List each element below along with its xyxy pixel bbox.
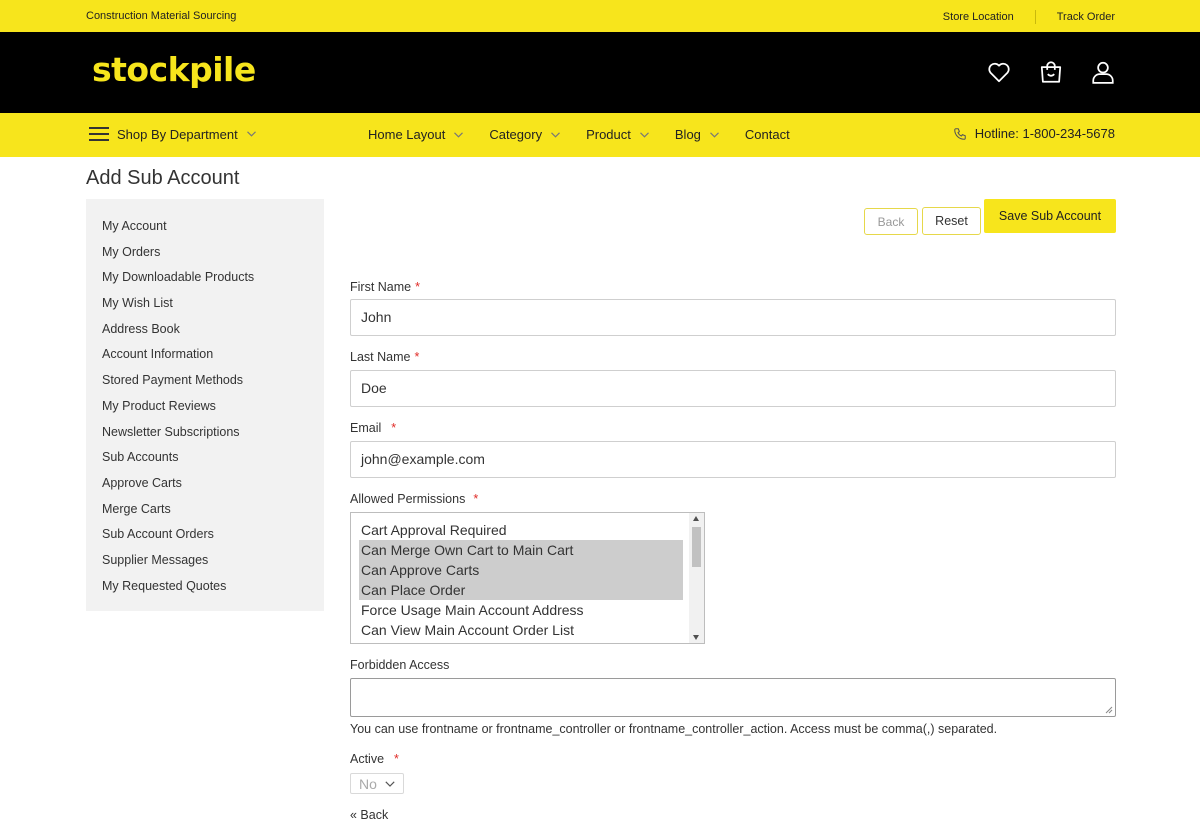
- permission-option-can-merge-own-cart[interactable]: Can Merge Own Cart to Main Cart: [359, 540, 683, 560]
- account-sidebar: My Account My Orders My Downloadable Pro…: [86, 199, 324, 611]
- resize-grip-icon[interactable]: [1104, 705, 1113, 714]
- nav-item-label: Blog: [674, 127, 701, 142]
- label-text: Last Name: [350, 350, 411, 364]
- top-bar: Construction Material Sourcing Store Loc…: [0, 0, 1200, 32]
- hotline[interactable]: Hotline: 1-800-234-5678: [953, 126, 1115, 141]
- department-label: Shop By Department: [117, 126, 238, 142]
- tagline: Construction Material Sourcing: [86, 10, 237, 22]
- sidebar-item-my-account[interactable]: My Account: [86, 217, 324, 243]
- nav-item-product[interactable]: Product: [586, 127, 649, 142]
- logo[interactable]: stockpile: [92, 50, 256, 89]
- active-select-value: No: [359, 775, 377, 792]
- sidebar-item-requested-quotes[interactable]: My Requested Quotes: [86, 577, 324, 603]
- sidebar-item-sub-accounts[interactable]: Sub Accounts: [86, 448, 324, 474]
- required-mark: *: [391, 421, 397, 435]
- first-name-label: First Name *: [350, 280, 420, 294]
- nav-item-blog[interactable]: Blog: [675, 127, 719, 142]
- scroll-down-icon[interactable]: [693, 635, 699, 640]
- nav-item-label: Home Layout: [368, 127, 446, 142]
- heart-icon[interactable]: [986, 59, 1012, 85]
- user-icon[interactable]: [1090, 59, 1116, 85]
- nav-item-home-layout[interactable]: Home Layout: [368, 127, 464, 142]
- sidebar-item-address-book[interactable]: Address Book: [86, 320, 324, 346]
- nav-bar: Shop By Department Home Layout Category …: [0, 113, 1200, 157]
- label-text: Email: [350, 421, 382, 435]
- shopping-bag-icon[interactable]: [1038, 59, 1064, 85]
- required-mark: *: [415, 280, 420, 294]
- chevron-down-icon: [246, 131, 256, 137]
- chevron-down-icon: [454, 131, 464, 138]
- nav-item-contact[interactable]: Contact: [745, 127, 790, 142]
- forbidden-access-label: Forbidden Access: [350, 658, 450, 672]
- page-title: Add Sub Account: [86, 167, 240, 189]
- first-name-field[interactable]: John: [350, 299, 1116, 336]
- phone-icon: [954, 127, 966, 140]
- main-menu: Home Layout Category Product Blog Contac…: [368, 127, 816, 142]
- forbidden-access-textarea[interactable]: [350, 678, 1116, 717]
- site-header: stockpile: [0, 32, 1200, 113]
- sidebar-item-product-reviews[interactable]: My Product Reviews: [86, 397, 324, 423]
- back-link[interactable]: « Back: [350, 808, 388, 822]
- last-name-label: Last Name *: [350, 350, 419, 364]
- back-button[interactable]: Back: [864, 208, 918, 235]
- store-location-link[interactable]: Store Location: [943, 11, 1014, 23]
- sidebar-item-stored-payment-methods[interactable]: Stored Payment Methods: [86, 371, 324, 397]
- last-name-field[interactable]: Doe: [350, 370, 1116, 407]
- sidebar-item-merge-carts[interactable]: Merge Carts: [86, 500, 324, 526]
- sidebar-item-wish-list[interactable]: My Wish List: [86, 294, 324, 320]
- permission-option-force-main-address[interactable]: Force Usage Main Account Address: [359, 600, 683, 620]
- save-sub-account-button[interactable]: Save Sub Account: [984, 199, 1116, 233]
- permission-option-can-place-order[interactable]: Can Place Order: [359, 580, 683, 600]
- sidebar-item-approve-carts[interactable]: Approve Carts: [86, 474, 324, 500]
- sidebar-item-supplier-messages[interactable]: Supplier Messages: [86, 551, 324, 577]
- required-mark: *: [414, 350, 420, 364]
- header-icons: [986, 59, 1116, 85]
- permission-option-view-main-orders[interactable]: Can View Main Account Order List: [359, 620, 683, 640]
- forbidden-access-note: You can use frontname or frontname_contr…: [350, 722, 998, 736]
- active-select[interactable]: No: [350, 773, 404, 794]
- sidebar-item-my-orders[interactable]: My Orders: [86, 243, 324, 269]
- sidebar-item-newsletter-subscriptions[interactable]: Newsletter Subscriptions: [86, 423, 324, 449]
- nav-item-label: Category: [489, 127, 543, 142]
- chevron-down-icon: [639, 131, 649, 138]
- scroll-up-icon[interactable]: [693, 516, 699, 521]
- listbox-scrollbar[interactable]: [689, 513, 704, 643]
- label-text: Allowed Permissions: [350, 492, 466, 506]
- email-label: Email *: [350, 421, 396, 435]
- nav-item-label: Contact: [744, 127, 790, 142]
- chevron-down-icon: [709, 131, 719, 138]
- sidebar-item-account-information[interactable]: Account Information: [86, 345, 324, 371]
- required-mark: *: [394, 752, 399, 766]
- scrollbar-thumb[interactable]: [692, 527, 701, 567]
- chevron-down-icon: [551, 131, 561, 138]
- nav-item-label: Product: [586, 127, 631, 142]
- required-mark: *: [473, 492, 479, 506]
- label-text: Active: [350, 752, 385, 766]
- top-links: Store Location Track Order: [943, 10, 1115, 24]
- permission-option-can-approve-carts[interactable]: Can Approve Carts: [359, 560, 683, 580]
- reset-button[interactable]: Reset: [922, 207, 981, 235]
- sidebar-item-sub-account-orders[interactable]: Sub Account Orders: [86, 525, 324, 551]
- email-field[interactable]: john@example.com: [350, 441, 1116, 478]
- hotline-text: Hotline: 1-800-234-5678: [974, 126, 1115, 141]
- shop-by-department-menu[interactable]: Shop By Department: [89, 126, 256, 142]
- permissions-multiselect[interactable]: Cart Approval Required Can Merge Own Car…: [350, 512, 705, 644]
- hamburger-icon: [89, 127, 109, 141]
- divider: [1034, 10, 1036, 24]
- track-order-link[interactable]: Track Order: [1057, 11, 1115, 23]
- chevron-down-icon: [385, 780, 395, 787]
- permissions-label: Allowed Permissions *: [350, 492, 478, 506]
- active-label: Active *: [350, 752, 399, 766]
- nav-item-category[interactable]: Category: [489, 127, 561, 142]
- label-text: First Name: [350, 280, 412, 294]
- permission-option-cart-approval-required[interactable]: Cart Approval Required: [359, 520, 683, 540]
- sidebar-item-downloadable-products[interactable]: My Downloadable Products: [86, 268, 324, 294]
